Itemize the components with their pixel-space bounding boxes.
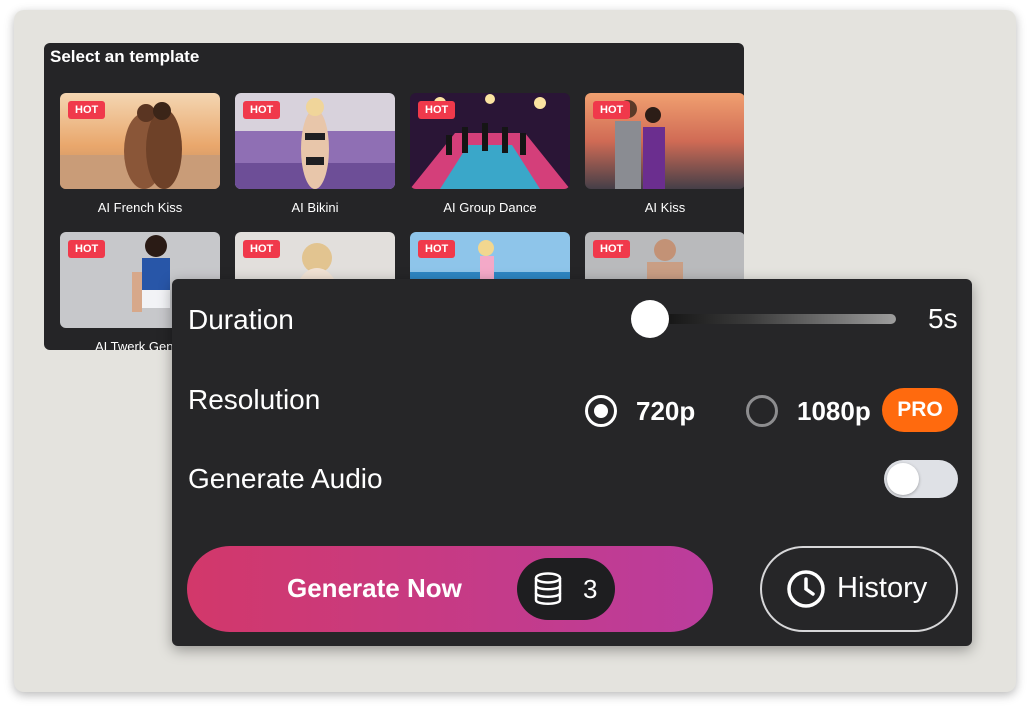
template-card-label: AI Kiss [644,200,686,215]
resolution-label: Resolution [188,384,321,415]
history-label: History [837,572,928,604]
hot-badge: HOT [243,101,281,119]
generate-audio-toggle[interactable] [884,460,958,498]
template-panel-title: Select an template [50,47,200,66]
hot-badge: HOT [593,101,631,119]
template-card-label: AI Group Dance [443,200,537,215]
template-thumbnail[interactable]: HOT [60,93,220,189]
template-thumbnail[interactable]: HOT [235,93,395,189]
generate-now-label: Generate Now [287,573,462,603]
clock-icon [786,569,826,614]
hot-badge: HOT [68,101,106,119]
radio-1080p-label[interactable]: 1080p [797,396,871,427]
history-button[interactable]: History [760,546,958,632]
template-thumbnail[interactable]: HOT [585,93,744,189]
credit-cost: 3 [583,574,598,604]
template-card-bikini[interactable]: HOT AI Bikini [235,93,395,215]
pro-badge: PRO [882,388,958,432]
app-frame: Select an template HOT AI French Kiss HO… [14,10,1016,692]
hot-badge: HOT [418,240,456,258]
duration-slider-thumb[interactable] [631,300,669,338]
generate-audio-label: Generate Audio [188,463,383,494]
template-card-french-kiss[interactable]: HOT AI French Kiss [60,93,220,215]
duration-label: Duration [188,304,294,335]
radio-720p[interactable] [585,395,617,427]
duration-value: 5s [928,303,958,334]
coins-stack-icon [533,572,563,611]
hot-badge: HOT [418,101,456,119]
template-card-label: AI French Kiss [97,200,183,215]
template-card-label: AI Bikini [291,200,339,215]
toggle-knob [887,463,919,495]
duration-slider-track[interactable] [650,314,896,324]
generate-now-button[interactable]: Generate Now 3 [187,546,713,632]
template-thumbnail[interactable]: HOT [410,93,570,189]
template-card-group-dance[interactable]: HOT AI Group Dance [410,93,570,215]
credit-cost-pill: 3 [517,558,615,620]
template-card-kiss[interactable]: HOT AI Kiss [585,93,744,215]
radio-720p-label[interactable]: 720p [636,396,695,427]
radio-1080p[interactable] [746,395,778,427]
hot-badge: HOT [68,240,106,258]
generation-settings-panel: Duration 5s Resolution 720p 1080p PRO Ge… [172,279,972,646]
hot-badge: HOT [593,240,631,258]
hot-badge: HOT [243,240,281,258]
